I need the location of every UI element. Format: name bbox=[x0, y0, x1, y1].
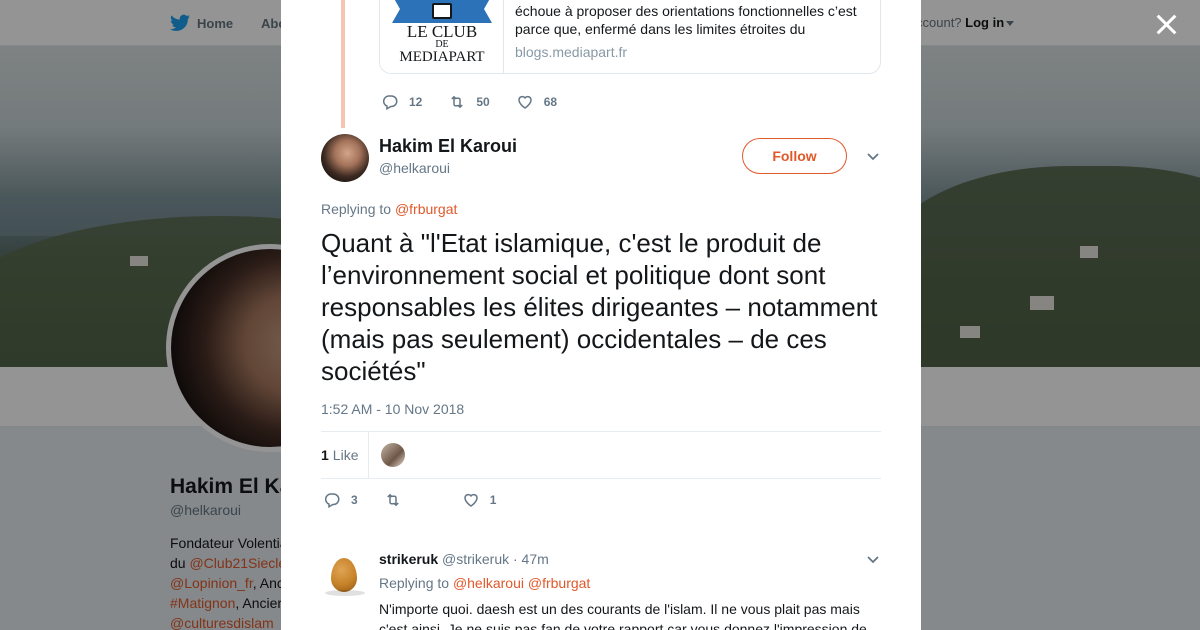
retweet-icon bbox=[386, 493, 399, 507]
logo-glyph bbox=[432, 3, 452, 19]
like-stat-count: 1 bbox=[321, 447, 329, 463]
reply-count: 12 bbox=[409, 95, 423, 109]
reply-replying-to: Replying to @helkaroui @frburgat bbox=[379, 575, 590, 591]
reply-author-name[interactable]: strikeruk bbox=[379, 551, 438, 567]
liker-avatar[interactable] bbox=[381, 443, 405, 467]
retweet-count: 50 bbox=[476, 95, 490, 109]
club-mediapart-logo: LE CLUB DE MEDIAPART bbox=[380, 0, 504, 73]
egg-shadow bbox=[325, 590, 365, 596]
reply-count: 3 bbox=[351, 493, 358, 507]
parent-tweet-actions: 12 50 68 bbox=[381, 93, 583, 111]
like-count: 68 bbox=[543, 95, 558, 109]
tweet-stats: 1 Like bbox=[321, 431, 881, 479]
replying-to-link[interactable]: @frburgat bbox=[395, 201, 457, 217]
stats-divider bbox=[368, 432, 369, 479]
link-preview-card[interactable]: LE CLUB DE MEDIAPART échoue à proposer d… bbox=[379, 0, 881, 74]
logo-badge-shape bbox=[392, 0, 492, 23]
retweet-icon bbox=[451, 95, 464, 109]
close-icon[interactable] bbox=[1156, 14, 1177, 35]
tweet-timestamp[interactable]: 1:52 AM - 10 Nov 2018 bbox=[321, 401, 464, 417]
reply-icon bbox=[324, 493, 340, 509]
retweet-action[interactable] bbox=[384, 491, 412, 509]
like-stat[interactable]: 1 Like bbox=[321, 447, 358, 463]
reply-author-handle[interactable]: @strikeruk · 47m bbox=[442, 551, 549, 567]
thread-connector-line bbox=[341, 0, 345, 128]
heart-icon bbox=[463, 493, 478, 507]
tweet-text: Quant à "l'Etat islamique, c'est le prod… bbox=[321, 228, 878, 386]
heart-icon bbox=[517, 95, 532, 109]
default-egg-avatar[interactable] bbox=[331, 558, 357, 592]
follow-button[interactable]: Follow bbox=[742, 138, 847, 174]
reply-icon bbox=[382, 95, 398, 111]
card-domain: blogs.mediapart.fr bbox=[515, 44, 628, 60]
like-action[interactable]: 68 bbox=[516, 93, 557, 111]
replying-to-link[interactable]: @helkaroui bbox=[453, 575, 524, 591]
replying-prefix: Replying to bbox=[379, 575, 453, 591]
author-handle[interactable]: @helkaroui bbox=[379, 160, 450, 176]
chevron-down-icon[interactable] bbox=[866, 150, 880, 164]
like-action[interactable]: 1 bbox=[462, 491, 497, 509]
logo-line: MEDIAPART bbox=[399, 49, 485, 65]
reply-text: N'importe quoi. daesh est un des courant… bbox=[379, 601, 867, 630]
reply-action[interactable]: 12 bbox=[381, 93, 422, 111]
like-count: 1 bbox=[489, 493, 497, 507]
replying-to: Replying to @frburgat bbox=[321, 201, 457, 217]
replying-prefix: Replying to bbox=[321, 201, 395, 217]
chevron-down-icon[interactable] bbox=[866, 553, 880, 567]
tweet-actions: 3 1 bbox=[323, 491, 522, 509]
retweet-action[interactable]: 50 bbox=[448, 93, 490, 111]
replying-to-link[interactable]: @frburgat bbox=[528, 575, 590, 591]
like-stat-label: Like bbox=[332, 447, 359, 463]
tweet-permalink-modal: LE CLUB DE MEDIAPART échoue à proposer d… bbox=[281, 0, 921, 630]
reply-action[interactable]: 3 bbox=[323, 491, 358, 509]
card-description: échoue à proposer des orientations fonct… bbox=[515, 3, 857, 37]
logo-text: LE CLUB DE MEDIAPART bbox=[380, 22, 504, 65]
author-name[interactable]: Hakim El Karoui bbox=[379, 136, 517, 157]
author-avatar[interactable] bbox=[321, 134, 369, 182]
logo-line: LE CLUB bbox=[406, 22, 478, 41]
